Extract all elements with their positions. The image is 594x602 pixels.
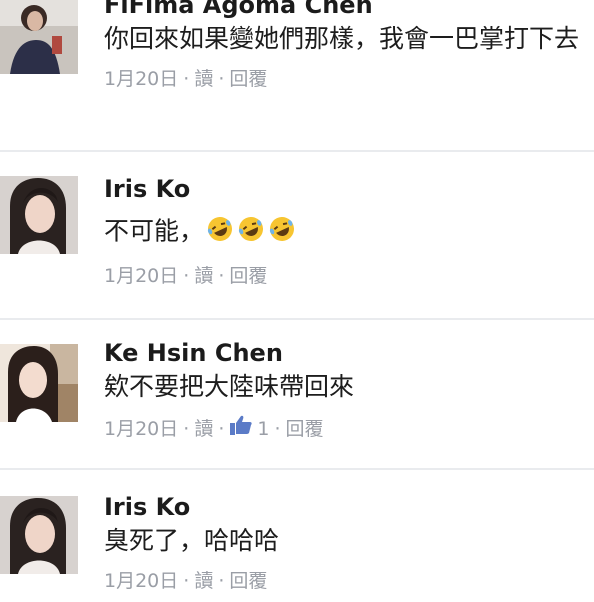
rofl-emoji-icon <box>267 214 297 251</box>
separator: · <box>218 417 225 440</box>
divider <box>0 468 594 470</box>
avatar[interactable] <box>0 0 78 74</box>
like-count[interactable]: 1 <box>257 416 269 442</box>
commenter-name[interactable]: FiFima Agoma Chen <box>104 0 586 20</box>
divider <box>0 318 594 320</box>
read-link[interactable]: 讀 <box>194 416 213 442</box>
comment-text: 你回來如果變她們那樣，我會一巴掌打下去 <box>104 24 580 53</box>
separator: · <box>183 68 190 90</box>
read-link[interactable]: 讀 <box>194 263 213 289</box>
comment-text: 欸不要把大陸味帶回來 <box>104 372 355 401</box>
comment-date[interactable]: 1月20日 <box>104 263 178 289</box>
separator: · <box>218 570 225 592</box>
separator: · <box>183 265 190 287</box>
reply-link[interactable]: 回覆 <box>229 263 267 289</box>
separator: · <box>274 417 281 440</box>
comment-meta: 1月20日 · 讀 · 回覆 <box>104 66 586 92</box>
comment-date[interactable]: 1月20日 <box>104 66 178 92</box>
comment-meta: 1月20日 · 讀 · 回覆 <box>104 568 586 594</box>
reply-link[interactable]: 回覆 <box>229 568 267 594</box>
comment-body: Ke Hsin Chen 欸不要把大陸味帶回來 1月20日 · 讀 · 1 · … <box>104 338 586 443</box>
like-thumb-icon[interactable] <box>229 414 253 443</box>
separator: · <box>218 265 225 287</box>
commenter-name[interactable]: Ke Hsin Chen <box>104 338 586 368</box>
comment-body: Iris Ko 不可能， 1月20日 · 讀 · 回覆 <box>104 174 586 289</box>
reply-link[interactable]: 回覆 <box>229 66 267 92</box>
read-link[interactable]: 讀 <box>194 66 213 92</box>
separator: · <box>183 570 190 592</box>
rofl-emoji-icon <box>205 214 235 251</box>
read-link[interactable]: 讀 <box>194 568 213 594</box>
divider <box>0 150 594 152</box>
rofl-emoji-icon <box>236 214 266 251</box>
commenter-name[interactable]: Iris Ko <box>104 174 586 204</box>
avatar[interactable] <box>0 496 78 574</box>
reply-link[interactable]: 回覆 <box>286 416 324 442</box>
comment-body: Iris Ko 臭死了，哈哈哈 1月20日 · 讀 · 回覆 <box>104 492 586 594</box>
comment-meta: 1月20日 · 讀 · 1 · 回覆 <box>104 414 586 443</box>
commenter-name[interactable]: Iris Ko <box>104 492 586 522</box>
comment-date[interactable]: 1月20日 <box>104 416 178 442</box>
comment-date[interactable]: 1月20日 <box>104 568 178 594</box>
comment-text: 不可能， <box>104 214 586 251</box>
avatar[interactable] <box>0 344 78 422</box>
comment-meta: 1月20日 · 讀 · 回覆 <box>104 263 586 289</box>
separator: · <box>218 68 225 90</box>
comment-text: 臭死了，哈哈哈 <box>104 526 280 555</box>
comment-body: FiFima Agoma Chen 你回來如果變她們那樣，我會一巴掌打下去 1月… <box>104 0 586 92</box>
comment-text-content: 不可能， <box>104 216 205 246</box>
separator: · <box>183 417 190 440</box>
avatar[interactable] <box>0 176 78 254</box>
comment-thread: FiFima Agoma Chen 你回來如果變她們那樣，我會一巴掌打下去 1月… <box>0 0 594 602</box>
